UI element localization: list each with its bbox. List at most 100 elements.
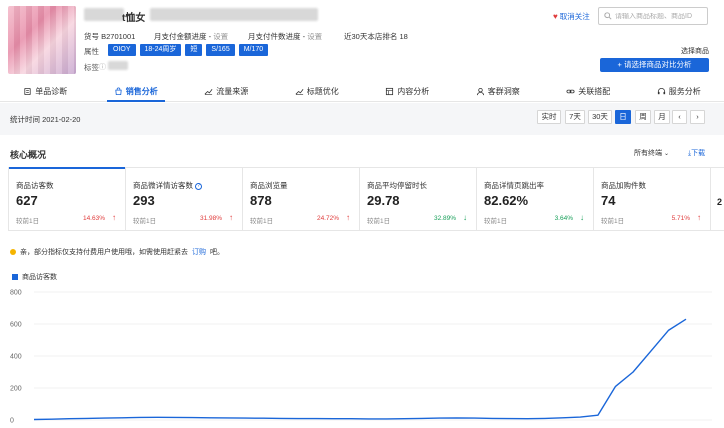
range-button[interactable]: 实时 xyxy=(537,110,561,124)
metric-change-pct: 32.89% xyxy=(433,215,456,222)
product-thumbnail[interactable] xyxy=(8,6,76,74)
compare-product-button[interactable]: + 请选择商品对比分析 xyxy=(600,58,709,72)
visitor-line-chart: 0 200 400 600 800 xyxy=(10,290,712,425)
tab-0[interactable]: 单品诊断 xyxy=(0,82,91,101)
attr-tag: M/170 xyxy=(238,44,269,56)
item-no-value: B2701001 xyxy=(101,32,136,41)
tab-6[interactable]: 关联搭配 xyxy=(543,82,634,101)
metric-value: 82.62% xyxy=(484,193,529,208)
store-rank: 近30天本店排名 18 xyxy=(344,31,408,42)
metric-compare-label: 较前1日 xyxy=(16,218,40,225)
chevron-down-icon: ⌄ xyxy=(663,151,669,157)
pay-count-progress: 月支付件数进度 - 设置 xyxy=(248,31,322,42)
metric-value: 627 xyxy=(16,193,38,208)
page: t恤女 货号 B2701001 月支付金额进度 - 设置 月支付件数进度 - 设… xyxy=(0,0,724,428)
prev-date-button[interactable]: ‹ xyxy=(672,110,687,124)
terminal-select[interactable]: 所有终端 ⌄ xyxy=(634,148,669,158)
metric-compare-label: 较前1日 xyxy=(367,218,391,225)
subscribe-link[interactable]: 订购 xyxy=(192,247,206,257)
product-title-suffix[interactable]: t恤女 xyxy=(122,9,145,24)
terminal-label: 所有终端 xyxy=(634,150,662,157)
tab-5[interactable]: 客群洞察 xyxy=(453,82,544,101)
metric-change-pct: 24.72% xyxy=(316,215,339,222)
attr-tag: OIOY xyxy=(108,44,136,56)
range-button[interactable]: 7天 xyxy=(565,110,585,124)
metric-label: 商品平均停留时长 xyxy=(367,181,427,190)
range-button[interactable]: 日 xyxy=(615,110,631,124)
download-button[interactable]: ⤓下载 xyxy=(688,148,705,158)
tab-label: 内容分析 xyxy=(397,87,430,96)
metric-value: 2 xyxy=(717,197,723,207)
tab-label: 单品诊断 xyxy=(35,87,68,96)
tab-2[interactable]: 流量来源 xyxy=(181,82,272,101)
range-button[interactable]: 周 xyxy=(635,110,651,124)
unfollow-button[interactable]: ♥ 取消关注 xyxy=(553,11,590,22)
range-button[interactable]: 30天 xyxy=(588,110,612,124)
analysis-tabs: 单品诊断 销售分析 流量来源 标题优化 内容分析 客群洞察 关联搭配 服务分析 xyxy=(0,82,724,102)
tab-3[interactable]: 标题优化 xyxy=(272,82,363,101)
metric-value: 293 xyxy=(133,193,155,208)
store-rank-value: 18 xyxy=(399,32,408,41)
range-button[interactable]: 月 xyxy=(654,110,670,124)
pay-count-label: 月支付件数进度 - xyxy=(248,32,306,41)
pay-amount-set-link[interactable]: 设置 xyxy=(213,32,228,41)
metric-card[interactable]: 商品加购件数 74 较前1日 5.71% ↑ xyxy=(594,168,711,230)
metric-change-pct: 14.63% xyxy=(82,215,105,222)
bag-icon xyxy=(115,87,122,96)
metric-card[interactable]: 商品微详情访客数? 293 较前1日 31.98% ↑ xyxy=(126,168,243,230)
question-icon[interactable]: ? xyxy=(195,182,202,190)
metric-card[interactable]: 商品访客数 627 较前1日 14.63% ↑ xyxy=(9,167,126,230)
help-icon[interactable]: ⓘ xyxy=(99,62,106,72)
blurred-title-rest xyxy=(150,8,318,21)
tab-7[interactable]: 服务分析 xyxy=(634,82,724,101)
metric-value: 29.78 xyxy=(367,193,400,208)
trend-icon xyxy=(204,89,213,95)
y-tick-label: 0 xyxy=(10,418,14,425)
metric-compare-label: 较前1日 xyxy=(250,218,274,225)
metric-label: 商品微详情访客数? xyxy=(133,180,202,191)
item-no-label: 货号 xyxy=(84,32,99,41)
tab-label: 标题优化 xyxy=(306,87,339,96)
search-input[interactable] xyxy=(615,12,703,20)
paid-feature-notice: 亲，部分指标仅支持付费用户使用哦，如需使用赶紧去 订购 吧。 xyxy=(10,247,224,257)
trend-icon xyxy=(295,89,304,95)
attr-tag: 18-24周岁 xyxy=(139,44,182,56)
metric-card[interactable]: 商品详情页跳出率 82.62% 较前1日 3.64% ↓ xyxy=(477,168,594,230)
metric-card[interactable]: 商品浏览量 878 较前1日 24.72% ↑ xyxy=(243,168,360,230)
metric-change-pct: 31.98% xyxy=(199,215,222,222)
metric-label: 商品加购件数 xyxy=(601,181,646,190)
product-search-box[interactable] xyxy=(598,7,708,25)
metric-compare-label: 较前1日 xyxy=(484,218,508,225)
next-date-button[interactable]: › xyxy=(690,110,705,124)
stat-time-value: 2021-02-20 xyxy=(42,115,81,124)
tab-label: 流量来源 xyxy=(216,87,249,96)
store-rank-label: 近30天本店排名 xyxy=(344,32,398,41)
metric-label: 商品浏览量 xyxy=(250,181,288,190)
metric-compare-label: 较前1日 xyxy=(133,218,157,225)
pay-amount-progress: 月支付金额进度 - 设置 xyxy=(154,31,228,42)
pick-product-label: 选择商品 xyxy=(681,48,709,55)
arrow-down-icon: ↓ xyxy=(463,213,467,222)
tab-4[interactable]: 内容分析 xyxy=(362,82,453,101)
clipboard-icon xyxy=(24,87,31,96)
tab-1[interactable]: 销售分析 xyxy=(91,82,182,102)
link-icon xyxy=(566,89,575,94)
stat-time: 统计时间 2021-02-20 xyxy=(10,114,80,125)
attr-tag: 短 xyxy=(185,44,203,56)
arrow-up-icon: ↑ xyxy=(346,213,350,222)
arrow-up-icon: ↑ xyxy=(697,213,701,222)
metric-card[interactable]: 2 xyxy=(711,168,724,230)
arrow-down-icon: ↓ xyxy=(580,213,584,222)
metric-change-pct: 5.71% xyxy=(671,215,690,222)
pay-count-set-link[interactable]: 设置 xyxy=(307,32,322,41)
section-title: 核心概况 xyxy=(10,150,47,160)
attr-label: 属性 xyxy=(84,47,99,56)
blurred-title xyxy=(84,8,124,21)
tab-label: 服务分析 xyxy=(668,87,701,96)
chart-legend[interactable]: 商品访客数 xyxy=(12,272,57,282)
metric-card[interactable]: 商品平均停留时长 29.78 较前1日 32.89% ↓ xyxy=(360,168,477,230)
headset-icon xyxy=(657,88,665,95)
grid-icon xyxy=(386,87,394,96)
series-line[interactable] xyxy=(33,318,687,421)
tab-label: 销售分析 xyxy=(125,87,158,96)
